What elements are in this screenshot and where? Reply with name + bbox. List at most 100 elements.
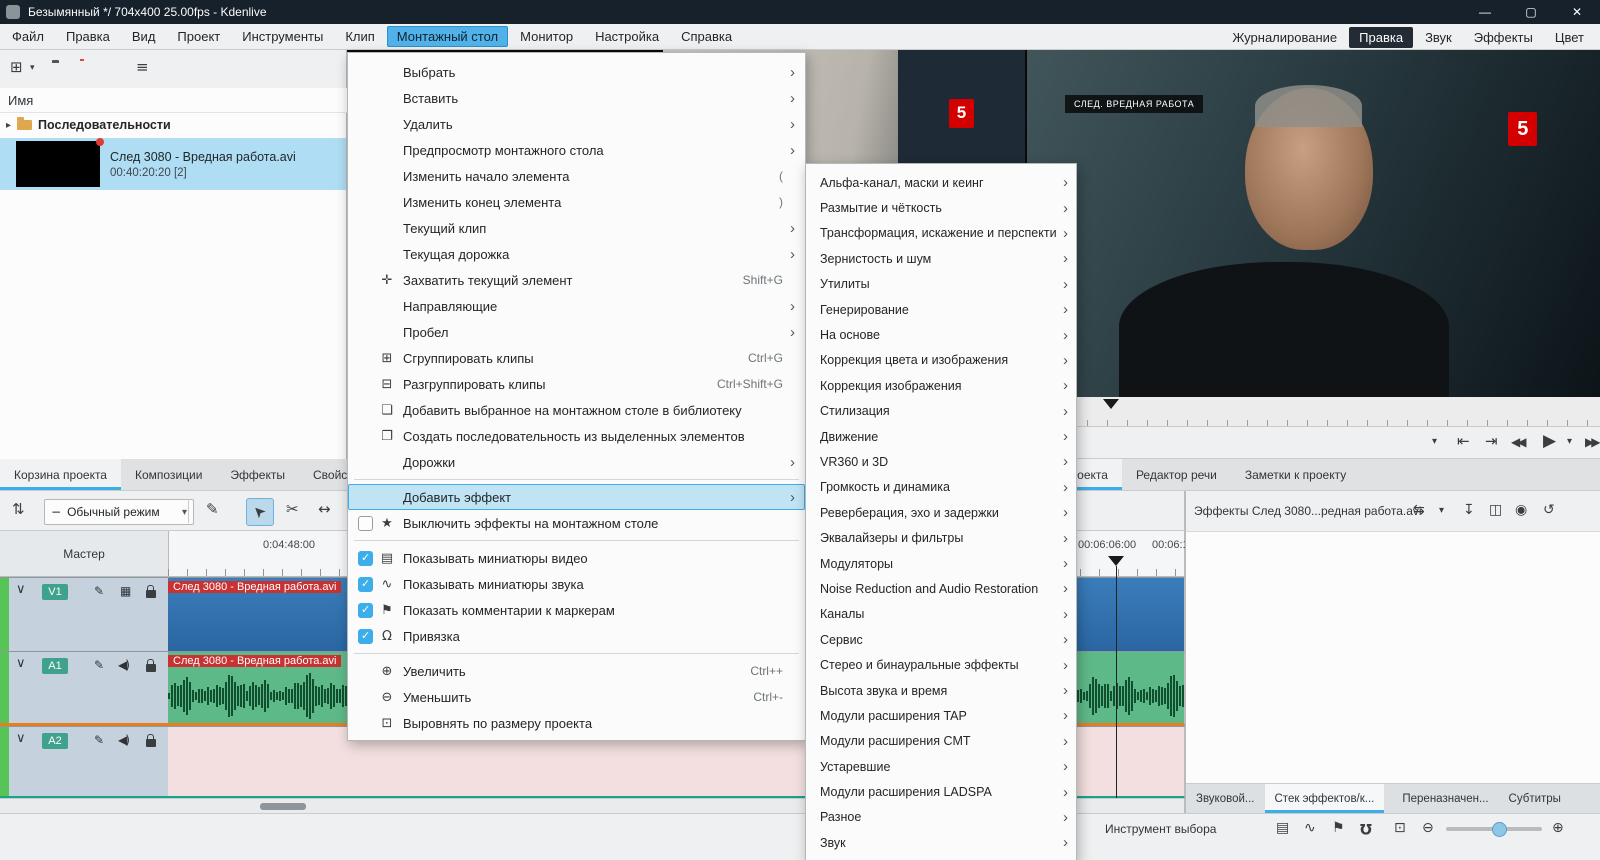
effect-category-item[interactable]: Модули расширения CMT — [806, 729, 1076, 754]
menu-settings[interactable]: Настройка — [585, 26, 669, 47]
razor-tool-icon[interactable]: ✂ — [286, 502, 299, 517]
menu-item-zoom-in[interactable]: ⊕УвеличитьCtrl++ — [348, 658, 805, 684]
enable-stack-eye-icon[interactable]: ◉ — [1515, 503, 1527, 517]
monitor-dropdown-icon[interactable]: ▾ — [1432, 437, 1437, 447]
lock-icon[interactable] — [146, 664, 156, 672]
maximize-button[interactable]: ▢ — [1508, 0, 1554, 24]
menu-item-select[interactable]: Выбрать — [348, 59, 805, 85]
collapse-chevron-icon[interactable]: ∨ — [16, 731, 26, 746]
menu-item-delete[interactable]: Удалить — [348, 111, 805, 137]
rewind-icon[interactable]: ◀◀ — [1511, 436, 1523, 448]
menu-tools[interactable]: Инструменты — [232, 26, 333, 47]
effect-category-item[interactable]: Высота звука и время — [806, 678, 1076, 703]
effect-category-item[interactable]: Стерео и бинауральные эффекты — [806, 652, 1076, 677]
bin-menu-icon[interactable]: ≡ — [136, 60, 149, 75]
tab-project-notes[interactable]: Заметки к проекту — [1231, 459, 1360, 490]
collapse-chevron-icon[interactable]: ∨ — [16, 656, 26, 671]
layout-editing[interactable]: Правка — [1349, 27, 1413, 48]
zoom-out-icon[interactable]: ⊖ — [1422, 821, 1434, 835]
save-stack-icon[interactable]: ↧ — [1463, 503, 1475, 517]
menu-item-timeline-preview[interactable]: Предпросмотр монтажного стола — [348, 137, 805, 163]
play-dropdown-icon[interactable]: ▾ — [1567, 437, 1572, 447]
effect-category-item[interactable]: Коррекция изображения — [806, 373, 1076, 398]
reset-stack-icon[interactable]: ↺ — [1543, 503, 1555, 517]
layout-logging[interactable]: Журналирование — [1222, 27, 1347, 48]
pencil-icon[interactable]: ✎ — [94, 659, 104, 671]
effect-category-item[interactable]: Альфа-канал, маски и кеинг — [806, 170, 1076, 195]
effect-category-item[interactable]: Реверберация, эхо и задержки — [806, 500, 1076, 525]
compare-icon[interactable]: ⇆ — [1413, 503, 1425, 517]
add-clip-dropdown-icon[interactable]: ▾ — [30, 64, 35, 73]
tab-audio-mixer[interactable]: Звуковой... — [1186, 784, 1265, 813]
menu-help[interactable]: Справка — [671, 26, 742, 47]
effect-category-item[interactable]: Каналы — [806, 602, 1076, 627]
effect-category-item[interactable]: Коррекция цвета и изображения — [806, 348, 1076, 373]
zoom-in-icon[interactable]: ⊕ — [1552, 821, 1564, 835]
effect-category-item[interactable]: Зернистость и шум — [806, 246, 1076, 271]
effect-category-item[interactable]: VR360 и 3D — [806, 449, 1076, 474]
marker-comments-toggle-icon[interactable]: ⚑ — [1332, 821, 1345, 835]
edit-mode-combobox[interactable]: − Обычный режим ▾ — [44, 499, 194, 525]
track-v1-header[interactable]: ∨ V1 ✎ ▦ — [0, 578, 169, 651]
play-icon[interactable]: ▶ — [1543, 433, 1556, 450]
effect-category-item[interactable]: Разное — [806, 805, 1076, 830]
effect-category-item[interactable]: Сервис — [806, 627, 1076, 652]
minimize-button[interactable]: — — [1462, 0, 1508, 24]
menu-item-snap[interactable]: ΩПривязка — [348, 623, 805, 649]
project-monitor-video[interactable]: СЛЕД. ВРЕДНАЯ РАБОТА 5 — [1027, 50, 1600, 397]
selection-tool-button[interactable]: ➤ — [246, 498, 274, 526]
tab-effect-stack[interactable]: Стек эффектов/к... — [1265, 784, 1385, 813]
effect-category-item[interactable]: Генерирование — [806, 297, 1076, 322]
bin-folder-row[interactable]: ▸ Последовательности — [0, 112, 352, 138]
bin-name-column-header[interactable]: Имя — [0, 88, 354, 113]
lock-icon[interactable] — [146, 590, 156, 598]
tab-project-bin[interactable]: Корзина проекта — [0, 459, 121, 490]
menu-item-zoom-fit[interactable]: ⊡Выровнять по размеру проекта — [348, 710, 805, 736]
split-compare-icon[interactable]: ◫ — [1489, 503, 1502, 517]
menu-item-add-to-library[interactable]: ❏Добавить выбранное на монтажном столе в… — [348, 397, 805, 423]
tab-effects[interactable]: Эффекты — [216, 459, 299, 490]
effect-category-item[interactable]: Эквалайзеры и фильтры — [806, 525, 1076, 550]
zone-out-icon[interactable]: ⇥ — [1485, 434, 1498, 449]
bin-clip-row[interactable]: След 3080 - Вредная работа.avi 00:40:20:… — [0, 138, 346, 190]
close-button[interactable]: ✕ — [1554, 0, 1600, 24]
speaker-icon[interactable]: ◀) — [118, 659, 128, 671]
menu-item-add-effect[interactable]: Добавить эффект — [348, 484, 805, 510]
menu-item-space[interactable]: Пробел — [348, 319, 805, 345]
menu-item-show-marker-comments[interactable]: ⚑Показать комментарии к маркерам — [348, 597, 805, 623]
track-a1-header[interactable]: ∨ A1 ✎ ◀) — [0, 652, 169, 723]
audio-thumbnails-toggle-icon[interactable]: ∿ — [1304, 821, 1316, 835]
menu-clip[interactable]: Клип — [335, 26, 384, 47]
timeline-settings-icon[interactable]: ⇅ — [12, 502, 25, 517]
lock-icon[interactable] — [146, 739, 156, 747]
tab-subtitles[interactable]: Субтитры — [1499, 784, 1571, 813]
thumbnails-icon[interactable]: ▦ — [120, 585, 131, 597]
menu-edit[interactable]: Правка — [56, 26, 120, 47]
pencil-icon[interactable]: ✎ — [94, 585, 104, 597]
menu-item-guides[interactable]: Направляющие — [348, 293, 805, 319]
monitor-playhead[interactable] — [1103, 399, 1119, 409]
effect-category-item[interactable]: Noise Reduction and Audio Restoration — [806, 576, 1076, 601]
menu-item-grab-item[interactable]: ✛Захватить текущий элементShift+G — [348, 267, 805, 293]
effect-category-item[interactable]: Трансформация, искажение и перспектива — [806, 221, 1076, 246]
effect-category-item[interactable]: На основе — [806, 322, 1076, 347]
speaker-icon[interactable]: ◀) — [118, 734, 128, 746]
layout-effects[interactable]: Эффекты — [1464, 27, 1543, 48]
effect-category-item[interactable]: Модули расширения LADSPA — [806, 779, 1076, 804]
expand-caret-icon[interactable]: ▸ — [6, 120, 11, 131]
zoom-fit-icon[interactable]: ⊡ — [1394, 821, 1406, 835]
zoom-slider-handle[interactable] — [1492, 822, 1507, 837]
master-track-header[interactable]: Мастер — [0, 531, 169, 576]
forward-icon[interactable]: ▶▶ — [1585, 436, 1597, 448]
snap-toggle-icon[interactable]: Ω — [1360, 821, 1372, 835]
effect-category-item[interactable]: Модуляторы — [806, 551, 1076, 576]
menu-item-create-sequence[interactable]: ❐Создать последовательность из выделенны… — [348, 423, 805, 449]
menu-project[interactable]: Проект — [167, 26, 230, 47]
menu-monitor[interactable]: Монитор — [510, 26, 583, 47]
menu-timeline[interactable]: Монтажный стол — [387, 26, 508, 47]
menu-item-current-clip[interactable]: Текущий клип — [348, 215, 805, 241]
menu-file[interactable]: Файл — [2, 26, 54, 47]
tab-remapping[interactable]: Переназначен... — [1392, 784, 1498, 813]
tab-compositions[interactable]: Композиции — [121, 459, 216, 490]
spacer-tool-icon[interactable]: ↔ — [318, 502, 331, 517]
